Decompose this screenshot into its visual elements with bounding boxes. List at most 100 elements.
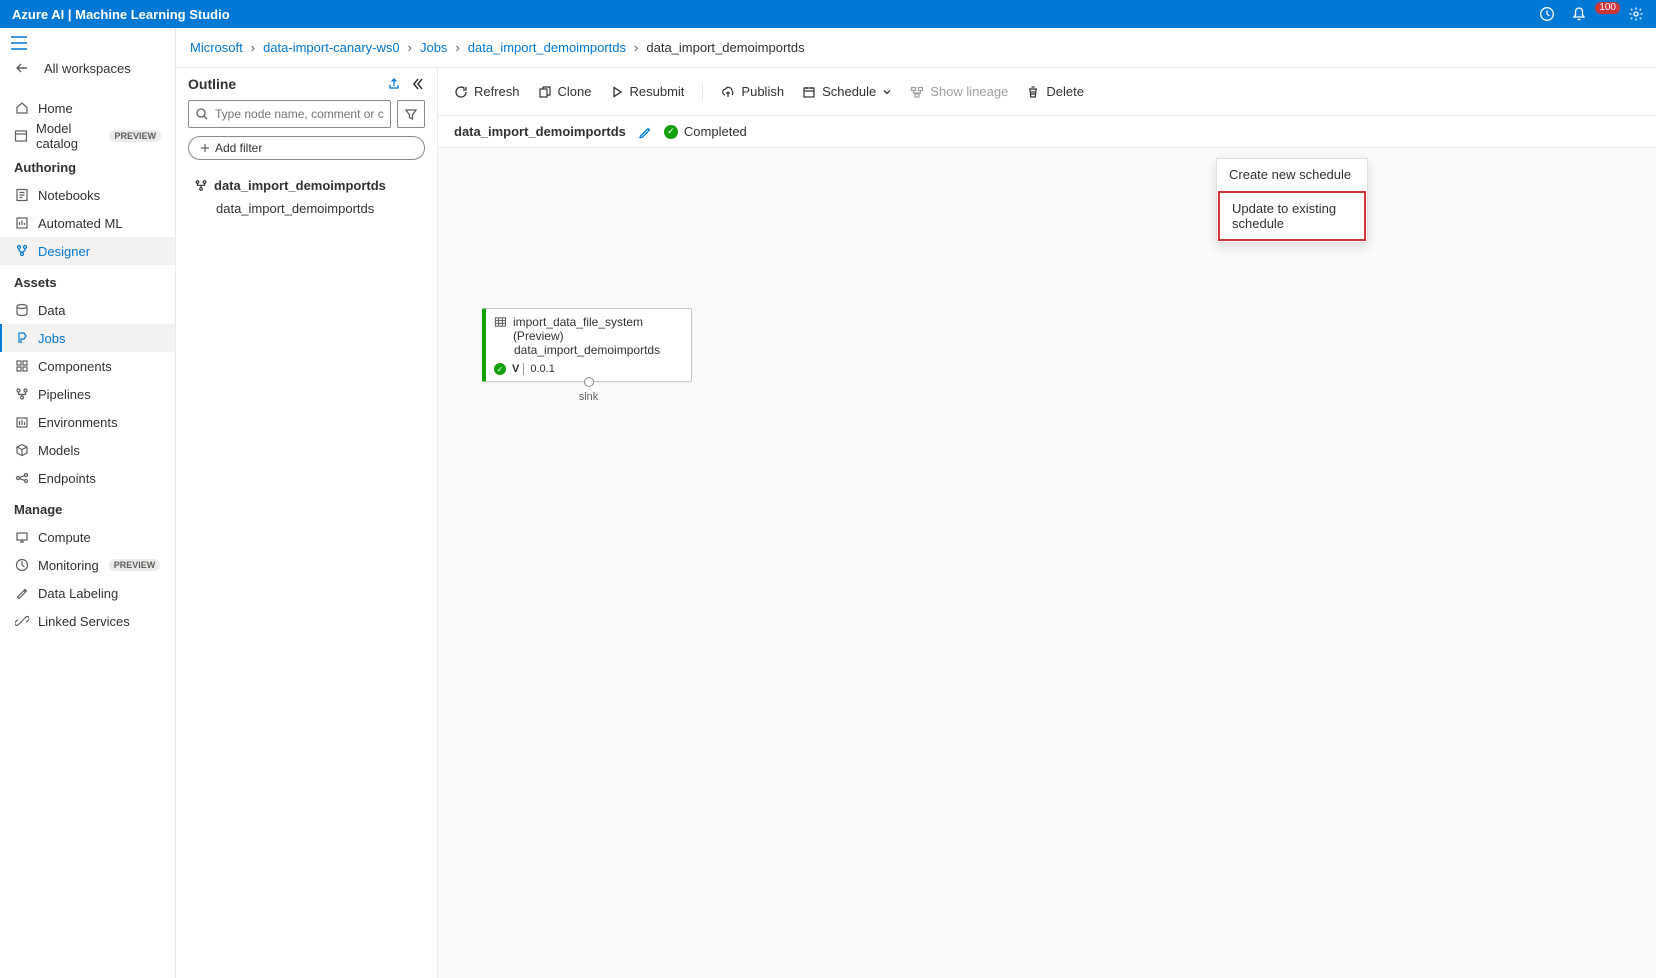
- sidebar-label: Endpoints: [38, 471, 96, 486]
- section-authoring: Authoring: [0, 150, 175, 181]
- environments-icon: [14, 414, 30, 430]
- search-field[interactable]: [215, 107, 384, 121]
- tree-root-label: data_import_demoimportds: [214, 178, 386, 193]
- outline-panel: Outline Add: [176, 68, 438, 978]
- sidebar-item-environments[interactable]: Environments: [0, 408, 175, 436]
- toolbar-label: Publish: [741, 84, 784, 99]
- calendar-icon: [802, 85, 816, 99]
- chevron-right-icon: ›: [634, 40, 638, 55]
- share-icon[interactable]: [387, 77, 401, 91]
- add-filter-button[interactable]: Add filter: [188, 136, 425, 160]
- resubmit-button[interactable]: Resubmit: [610, 84, 685, 99]
- success-icon: ✓: [664, 125, 678, 139]
- section-assets: Assets: [0, 265, 175, 296]
- arrow-left-icon: [14, 60, 30, 76]
- sidebar-label: Jobs: [38, 331, 65, 346]
- topbar: Azure AI | Machine Learning Studio 100: [0, 0, 1656, 28]
- catalog-icon: [14, 128, 28, 144]
- sidebar-label: Environments: [38, 415, 117, 430]
- toolbar-label: Refresh: [474, 84, 520, 99]
- delete-button[interactable]: Delete: [1026, 84, 1084, 99]
- breadcrumb-link[interactable]: Microsoft: [190, 40, 243, 55]
- sidebar-item-automated-ml[interactable]: Automated ML: [0, 209, 175, 237]
- models-icon: [14, 442, 30, 458]
- tree-child[interactable]: data_import_demoimportds: [188, 197, 425, 220]
- chevron-right-icon: ›: [251, 40, 255, 55]
- data-icon: [14, 302, 30, 318]
- sidebar-label: Automated ML: [38, 216, 123, 231]
- automl-icon: [14, 215, 30, 231]
- sidebar-label: Notebooks: [38, 188, 100, 203]
- sidebar-item-linked-services[interactable]: Linked Services: [0, 607, 175, 635]
- sidebar-item-notebooks[interactable]: Notebooks: [0, 181, 175, 209]
- schedule-dropdown: Create new schedule Update to existing s…: [1216, 158, 1368, 243]
- create-schedule-option[interactable]: Create new schedule: [1217, 159, 1367, 190]
- schedule-button[interactable]: Schedule: [802, 84, 892, 99]
- sidebar-item-monitoring[interactable]: Monitoring PREVIEW: [0, 551, 175, 579]
- breadcrumb-link[interactable]: data_import_demoimportds: [468, 40, 626, 55]
- designer-icon: [14, 243, 30, 259]
- sidebar-item-models[interactable]: Models: [0, 436, 175, 464]
- collapse-icon[interactable]: [411, 77, 425, 91]
- update-schedule-option[interactable]: Update to existing schedule: [1218, 191, 1366, 241]
- filter-icon: [404, 107, 418, 121]
- port-label: sink: [579, 391, 599, 403]
- sidebar-item-compute[interactable]: Compute: [0, 523, 175, 551]
- breadcrumb-current: data_import_demoimportds: [646, 40, 804, 55]
- toolbar: Refresh Clone Resubmit Publish: [438, 68, 1656, 116]
- success-icon: ✓: [494, 363, 506, 375]
- sidebar-item-data-labeling[interactable]: Data Labeling: [0, 579, 175, 607]
- preview-badge: PREVIEW: [109, 559, 161, 571]
- sidebar-item-endpoints[interactable]: Endpoints: [0, 464, 175, 492]
- settings-icon[interactable]: [1628, 6, 1644, 22]
- sidebar-item-designer[interactable]: Designer: [0, 237, 175, 265]
- filter-button[interactable]: [397, 100, 425, 128]
- job-name: data_import_demoimportds: [454, 124, 626, 139]
- add-filter-label: Add filter: [215, 141, 262, 155]
- preview-badge: PREVIEW: [109, 130, 161, 142]
- all-workspaces-link[interactable]: All workspaces: [0, 54, 175, 82]
- hamburger-icon[interactable]: [0, 32, 175, 54]
- notifications-icon[interactable]: 100: [1571, 6, 1612, 22]
- pipeline-node[interactable]: import_data_file_system (Preview) data_i…: [482, 308, 692, 382]
- pipelines-icon: [14, 386, 30, 402]
- sidebar-item-home[interactable]: Home: [0, 94, 175, 122]
- publish-button[interactable]: Publish: [721, 84, 784, 99]
- home-icon: [14, 100, 30, 116]
- node-subtitle: data_import_demoimportds: [494, 343, 683, 357]
- recent-icon[interactable]: [1539, 6, 1555, 22]
- breadcrumb-link[interactable]: data-import-canary-ws0: [263, 40, 400, 55]
- version-value: 0.0.1: [530, 363, 554, 375]
- edit-icon[interactable]: [638, 125, 652, 139]
- trash-icon: [1026, 85, 1040, 99]
- sidebar-item-model-catalog[interactable]: Model catalog PREVIEW: [0, 122, 175, 150]
- output-port[interactable]: [584, 377, 594, 387]
- job-title-row: data_import_demoimportds ✓ Completed: [438, 116, 1656, 148]
- search-input[interactable]: [188, 100, 391, 128]
- play-icon: [610, 85, 624, 99]
- show-lineage-button: Show lineage: [910, 84, 1008, 99]
- toolbar-label: Resubmit: [630, 84, 685, 99]
- sidebar-item-data[interactable]: Data: [0, 296, 175, 324]
- endpoints-icon: [14, 470, 30, 486]
- link-icon: [14, 613, 30, 629]
- toolbar-separator: [702, 82, 703, 102]
- sidebar-label: Models: [38, 443, 80, 458]
- sidebar-item-components[interactable]: Components: [0, 352, 175, 380]
- cloud-up-icon: [721, 85, 735, 99]
- status-label: Completed: [684, 124, 747, 139]
- outline-title: Outline: [188, 76, 236, 92]
- refresh-button[interactable]: Refresh: [454, 84, 520, 99]
- lineage-icon: [910, 85, 924, 99]
- refresh-icon: [454, 85, 468, 99]
- compute-icon: [14, 529, 30, 545]
- sidebar-label: Designer: [38, 244, 90, 259]
- designer-canvas[interactable]: import_data_file_system (Preview) data_i…: [438, 148, 1656, 978]
- clone-icon: [538, 85, 552, 99]
- tree-root[interactable]: data_import_demoimportds: [188, 174, 425, 197]
- breadcrumb-link[interactable]: Jobs: [420, 40, 447, 55]
- clone-button[interactable]: Clone: [538, 84, 592, 99]
- plus-filter-icon: [199, 142, 211, 154]
- sidebar-item-pipelines[interactable]: Pipelines: [0, 380, 175, 408]
- sidebar-item-jobs[interactable]: Jobs: [0, 324, 175, 352]
